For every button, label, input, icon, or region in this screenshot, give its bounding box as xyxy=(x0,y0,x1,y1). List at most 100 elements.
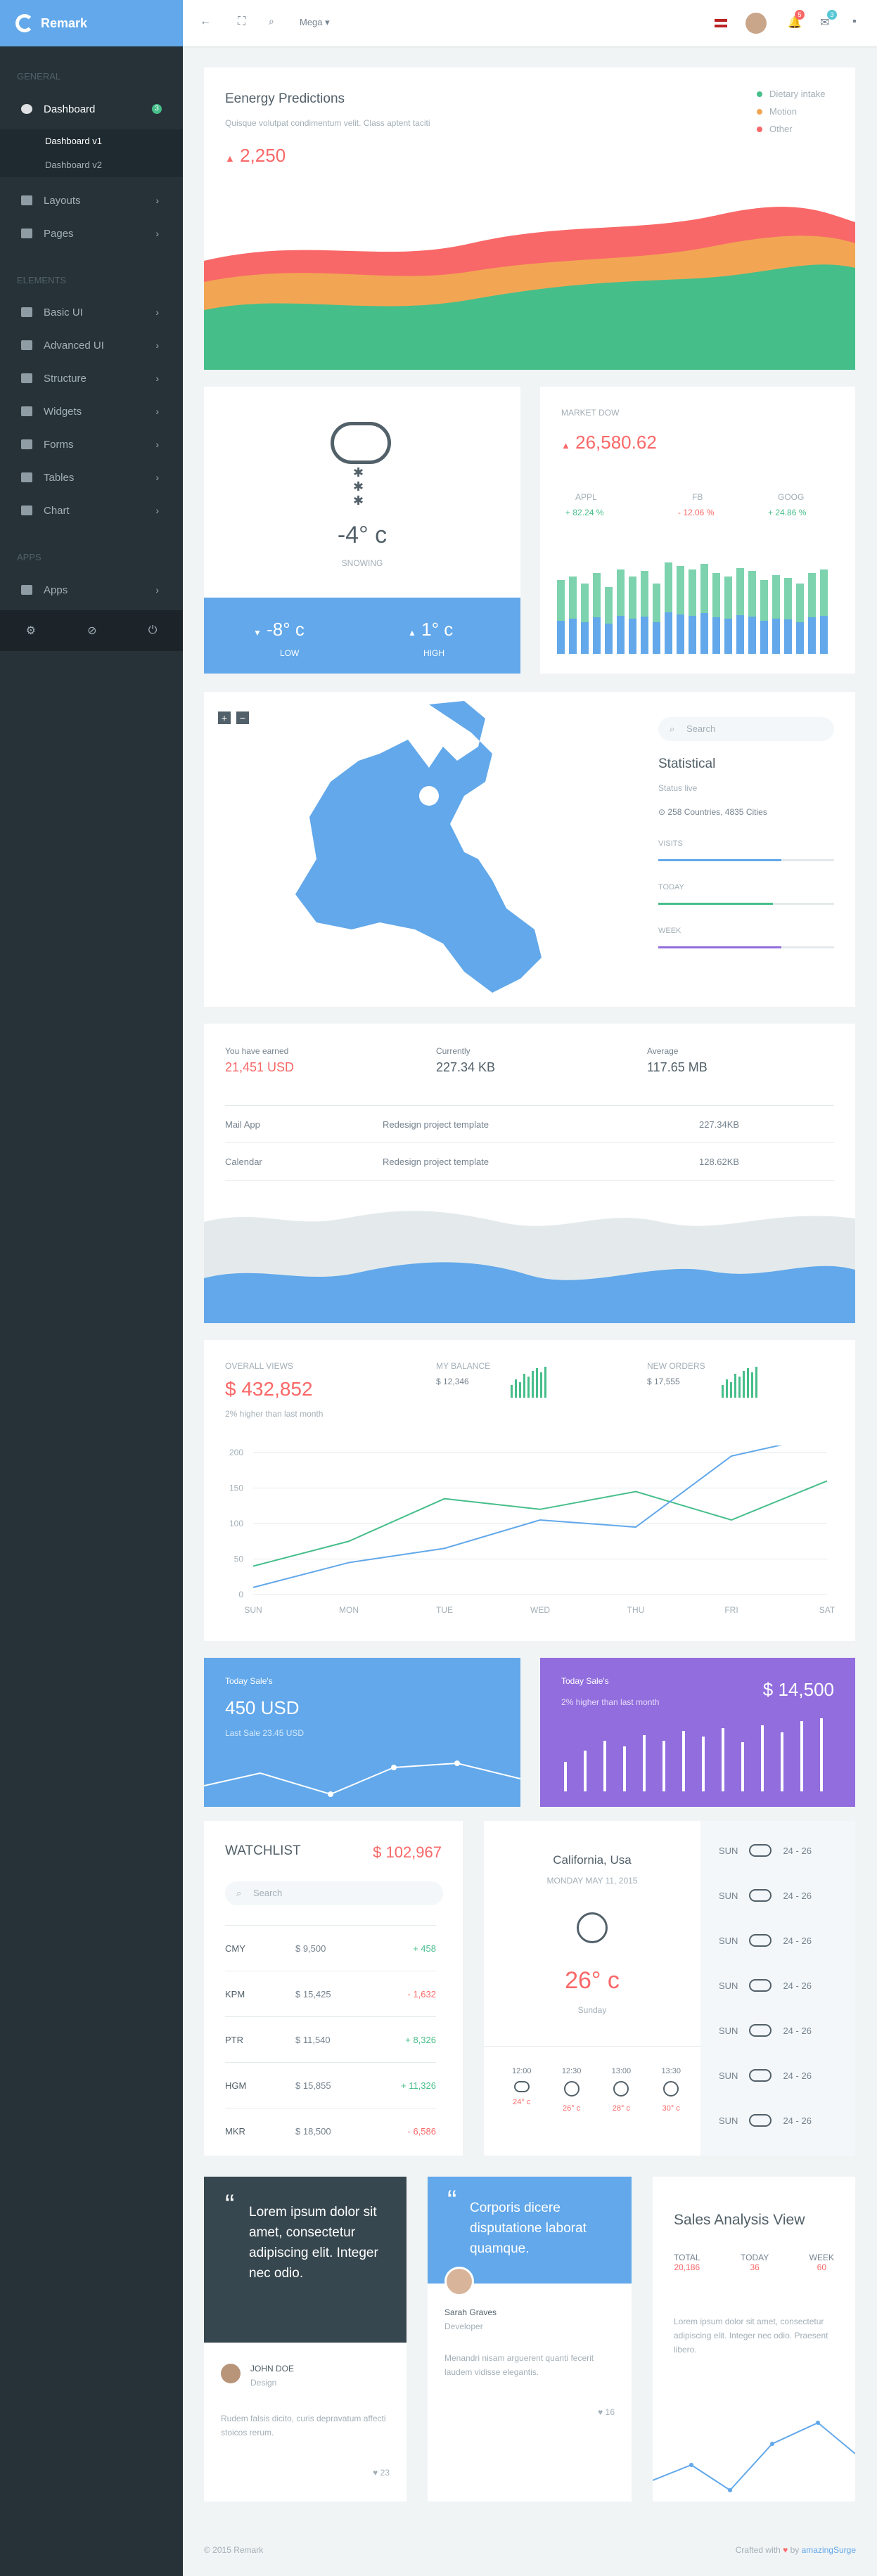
quote-icon: “ xyxy=(225,2189,235,2220)
topbar: ← ⛶ ⌕ Mega ▾ 🔔 5 ✉ 3 ▪ xyxy=(183,0,877,46)
sale-value: 450 USD xyxy=(225,1697,300,1718)
avatar[interactable] xyxy=(745,13,767,34)
market-label: MARKET DOW xyxy=(561,408,620,418)
balance-label: MY BALANCE xyxy=(436,1361,491,1371)
subitem-dashboard-v1[interactable]: Dashboard v1 xyxy=(0,129,183,153)
settings-icon[interactable]: ⚙ xyxy=(26,624,36,638)
mega-menu[interactable]: Mega ▾ xyxy=(300,17,330,28)
cloud-sun-icon xyxy=(749,1844,772,1857)
stat-visits-bar xyxy=(658,859,834,861)
sale-note: Last Sale 23.45 USD xyxy=(225,1728,305,1738)
views-line-chart: 0 50 100 150 200 SUN MON TUE WED THU FRI SAT xyxy=(229,1445,836,1615)
avatar[interactable] xyxy=(444,2267,474,2296)
back-arrow-icon[interactable]: ← xyxy=(200,15,211,28)
stat-today: TODAY 36 xyxy=(741,2253,769,2272)
sidebar-item-layouts[interactable]: Layouts › xyxy=(0,184,183,217)
x-tick-label: SUN xyxy=(244,1605,262,1615)
orders-sparkline xyxy=(722,1367,757,1398)
sale2-bar xyxy=(623,1746,626,1791)
legend-item: Motion xyxy=(757,106,825,117)
city-weather-panel: California, Usa MONDAY MAY 11, 2015 26° … xyxy=(484,1821,855,2156)
author-link[interactable]: amazingSurge xyxy=(802,2545,856,2555)
watchlist-row[interactable]: KPM $ 15,425- 1,632 xyxy=(225,1971,436,2016)
watchlist-search-input[interactable]: ⌕ Search xyxy=(225,1881,443,1905)
market-bar-top xyxy=(700,564,708,613)
message-badge: 3 xyxy=(827,10,837,20)
like-button[interactable]: ♥ 23 xyxy=(373,2468,390,2478)
sun-icon xyxy=(563,2081,580,2097)
sparkline-bar xyxy=(523,1374,525,1398)
arrow-up-icon: ▲ xyxy=(408,628,416,638)
card-text: Menandri nisam arguerent quanti fecerit … xyxy=(444,2353,594,2377)
market-bar-top xyxy=(760,580,768,621)
map-title: Statistical xyxy=(658,756,716,771)
sidebar-item-structure[interactable]: Structure › xyxy=(0,362,183,394)
stat-week-label: WEEK xyxy=(658,927,681,935)
map-status: Status live xyxy=(658,783,698,793)
market-bar-bottom xyxy=(653,622,660,654)
market-bar-top xyxy=(569,577,577,619)
power-icon[interactable]: ⏻ xyxy=(148,624,158,637)
sidebar-item-dashboard[interactable]: Dashboard 3 xyxy=(0,93,183,125)
subitem-dashboard-v2[interactable]: Dashboard v2 xyxy=(0,153,183,177)
zoom-out-button[interactable]: − xyxy=(236,711,249,724)
forecast-row: SUN 24 - 26 xyxy=(719,2024,812,2037)
sidebar-item-apps[interactable]: Apps › xyxy=(0,574,183,606)
currently-value: 227.34 KB xyxy=(436,1060,496,1074)
sidebar-item-pages[interactable]: Pages › xyxy=(0,217,183,250)
avatar[interactable] xyxy=(221,2364,241,2383)
watchlist-row[interactable]: HGM $ 15,855 + 11,326 xyxy=(225,2062,436,2108)
flag-icon[interactable] xyxy=(715,19,727,27)
earnings-panel: You have earned 21,451 USD Currently 227… xyxy=(204,1024,855,1323)
search-icon[interactable]: ⌕ xyxy=(269,15,274,27)
testimonial-card-dark: “Lorem ipsum dolor sit amet, consectetur… xyxy=(204,2177,407,2501)
sidebar-item-widgets[interactable]: Widgets › xyxy=(0,395,183,427)
cloud-sun-icon xyxy=(749,1889,772,1902)
sidebar-item-forms[interactable]: Forms › xyxy=(0,428,183,461)
legend-dot xyxy=(757,108,762,115)
table-row[interactable]: Mail App Redesign project template 227.34K… xyxy=(225,1105,834,1143)
sidebar-item-chart[interactable]: Chart › xyxy=(0,494,183,527)
cloud-sun-icon xyxy=(749,2024,772,2037)
energy-subtitle: Quisque volutpat condimentum velit. Clas… xyxy=(225,118,430,128)
forecast-row: SUN 24 - 26 xyxy=(719,2114,812,2127)
hour-item: 12:30 26° c xyxy=(561,2067,582,2113)
sale2-bar xyxy=(741,1742,744,1791)
daily-forecast: SUN 24 - 26 SUN 24 - 26 SUN 24 - 26 SUN 24 -… xyxy=(700,1821,855,2156)
like-button[interactable]: ♥ 16 xyxy=(598,2407,615,2417)
forecast-row: SUN 24 - 26 xyxy=(719,1889,812,1902)
sale2-bar xyxy=(584,1751,587,1791)
market-bar-bottom xyxy=(617,616,625,654)
eye-slash-icon[interactable]: ⊘ xyxy=(87,624,96,638)
zoom-in-button[interactable]: + xyxy=(218,711,231,724)
sparkline-bar xyxy=(747,1368,749,1398)
market-value: ▲ 26,580.62 xyxy=(561,432,657,453)
market-bar-top xyxy=(665,562,672,612)
sidebar-item-advanced-ui[interactable]: Advanced UI › xyxy=(0,329,183,361)
table-row[interactable]: Calendar Redesign project template 128.62K… xyxy=(225,1143,834,1181)
chevron-right-icon: › xyxy=(155,439,159,450)
map-search-input[interactable]: ⌕ Search xyxy=(658,717,834,741)
watchlist-row[interactable]: CMY $ 9,500 + 458 xyxy=(225,1925,436,1971)
stat-total: TOTAL 20,186 xyxy=(674,2253,700,2272)
brand[interactable]: Remark xyxy=(0,0,183,46)
forecast-row: SUN 24 - 26 xyxy=(719,1979,812,1992)
arrow-up-icon: ▲ xyxy=(225,153,235,164)
dashboard-badge: 3 xyxy=(152,104,162,114)
watchlist-row[interactable]: MKR $ 18,500- 6,586 xyxy=(225,2108,436,2153)
basic-ui-icon xyxy=(21,307,32,317)
fullscreen-icon[interactable]: ⛶ xyxy=(238,15,245,28)
sales-title: Sales Analysis View xyxy=(674,2212,805,2228)
sale2-bar xyxy=(761,1725,764,1791)
watchlist-row[interactable]: PTR $ 11,540 + 8,326 xyxy=(225,2016,436,2062)
pages-icon xyxy=(21,228,32,238)
market-bar-top xyxy=(557,580,565,621)
sidebar-item-tables[interactable]: Tables › xyxy=(0,461,183,494)
market-bar-top xyxy=(772,575,780,619)
sidebar-item-basic-ui[interactable]: Basic UI › xyxy=(0,296,183,328)
market-bar-chart xyxy=(557,562,828,654)
legend-dot xyxy=(757,126,762,132)
chevron-right-icon: › xyxy=(155,406,159,417)
y-tick-label: 100 xyxy=(229,1519,243,1528)
chat-icon[interactable]: ▪ xyxy=(852,15,857,28)
